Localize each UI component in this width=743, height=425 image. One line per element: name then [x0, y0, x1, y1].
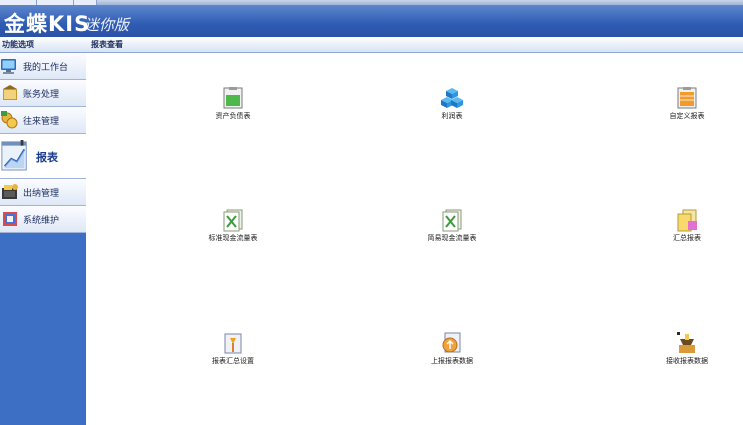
- sidebar-item-label: 出纳管理: [23, 189, 60, 199]
- report-label: 报表汇总设置: [212, 357, 254, 365]
- report-balance-sheet[interactable]: 资产负债表: [183, 86, 283, 120]
- content-header: 报表查看: [86, 37, 743, 53]
- brand-logo-text: 金蝶KIS: [4, 12, 91, 36]
- report-chart-icon: [1, 140, 27, 171]
- report-custom[interactable]: 自定义报表: [637, 86, 737, 120]
- report-standard-cashflow[interactable]: 标准现金流量表: [183, 208, 283, 242]
- app-banner: 金蝶KIS 迷你版: [0, 5, 743, 37]
- sidebar-item-system[interactable]: 系统维护: [0, 206, 86, 233]
- report-summary-settings-icon: [224, 333, 242, 354]
- sidebar-item-reports[interactable]: 报表: [0, 134, 86, 179]
- sidebar-header: 功能选项: [0, 37, 86, 53]
- cashier-icon: [2, 184, 18, 199]
- sidebar-item-receivables[interactable]: 往来管理: [0, 107, 86, 134]
- sidebar-item-label: 我的工作台: [23, 63, 69, 73]
- brand-edition-text: 迷你版: [84, 16, 130, 34]
- system-maintenance-icon: [3, 212, 17, 226]
- app-window: 金蝶KIS 迷你版 功能选项 我的工作台 账务处理 往来管理 报表 出纳管理 系…: [0, 0, 743, 425]
- profit-cubes-icon: [441, 88, 463, 108]
- report-label: 标准现金流量表: [208, 234, 258, 242]
- simple-cashflow-icon: [442, 209, 462, 232]
- sidebar-item-label: 往来管理: [23, 117, 60, 127]
- sidebar-item-label: 报表: [36, 151, 58, 164]
- report-profit[interactable]: 利润表: [402, 86, 502, 120]
- sidebar: 功能选项 我的工作台 账务处理 往来管理 报表 出纳管理 系统维护: [0, 37, 86, 425]
- sidebar-item-label: 系统维护: [23, 216, 60, 226]
- report-summary[interactable]: 汇总报表: [637, 208, 737, 242]
- sidebar-header-label: 功能选项: [2, 40, 34, 49]
- sidebar-item-cashier[interactable]: 出纳管理: [0, 179, 86, 206]
- sidebar-item-label: 账务处理: [23, 90, 60, 100]
- sidebar-item-workbench[interactable]: 我的工作台: [0, 53, 86, 80]
- report-label: 利润表: [441, 112, 463, 120]
- report-receive-data[interactable]: 接收报表数据: [637, 331, 737, 365]
- report-summary-settings[interactable]: 报表汇总设置: [183, 331, 283, 365]
- report-panel: 资产负债表 利润表 自定义报表 标准现金流量表 简易现金流量表 汇总报表 报表汇…: [86, 53, 743, 425]
- standard-cashflow-icon: [223, 209, 243, 232]
- upload-report-icon: [442, 332, 461, 353]
- report-label: 接收报表数据: [666, 357, 708, 365]
- report-upload-data[interactable]: 上报报表数据: [402, 331, 502, 365]
- custom-report-icon: [677, 87, 697, 109]
- report-simple-cashflow[interactable]: 简易现金流量表: [402, 208, 502, 242]
- report-label: 简易现金流量表: [427, 234, 477, 242]
- ledger-icon: [3, 85, 17, 100]
- report-label: 自定义报表: [669, 112, 705, 120]
- content-header-title: 报表查看: [91, 40, 123, 49]
- monitor-icon: [1, 59, 16, 74]
- receive-report-icon: [677, 332, 695, 353]
- coins-icon: [1, 111, 18, 129]
- balance-sheet-icon: [223, 87, 243, 109]
- report-label: 资产负债表: [215, 112, 251, 120]
- report-label: 汇总报表: [673, 234, 701, 242]
- report-label: 上报报表数据: [431, 357, 473, 365]
- summary-report-icon: [677, 209, 697, 232]
- sidebar-item-accounting[interactable]: 账务处理: [0, 80, 86, 107]
